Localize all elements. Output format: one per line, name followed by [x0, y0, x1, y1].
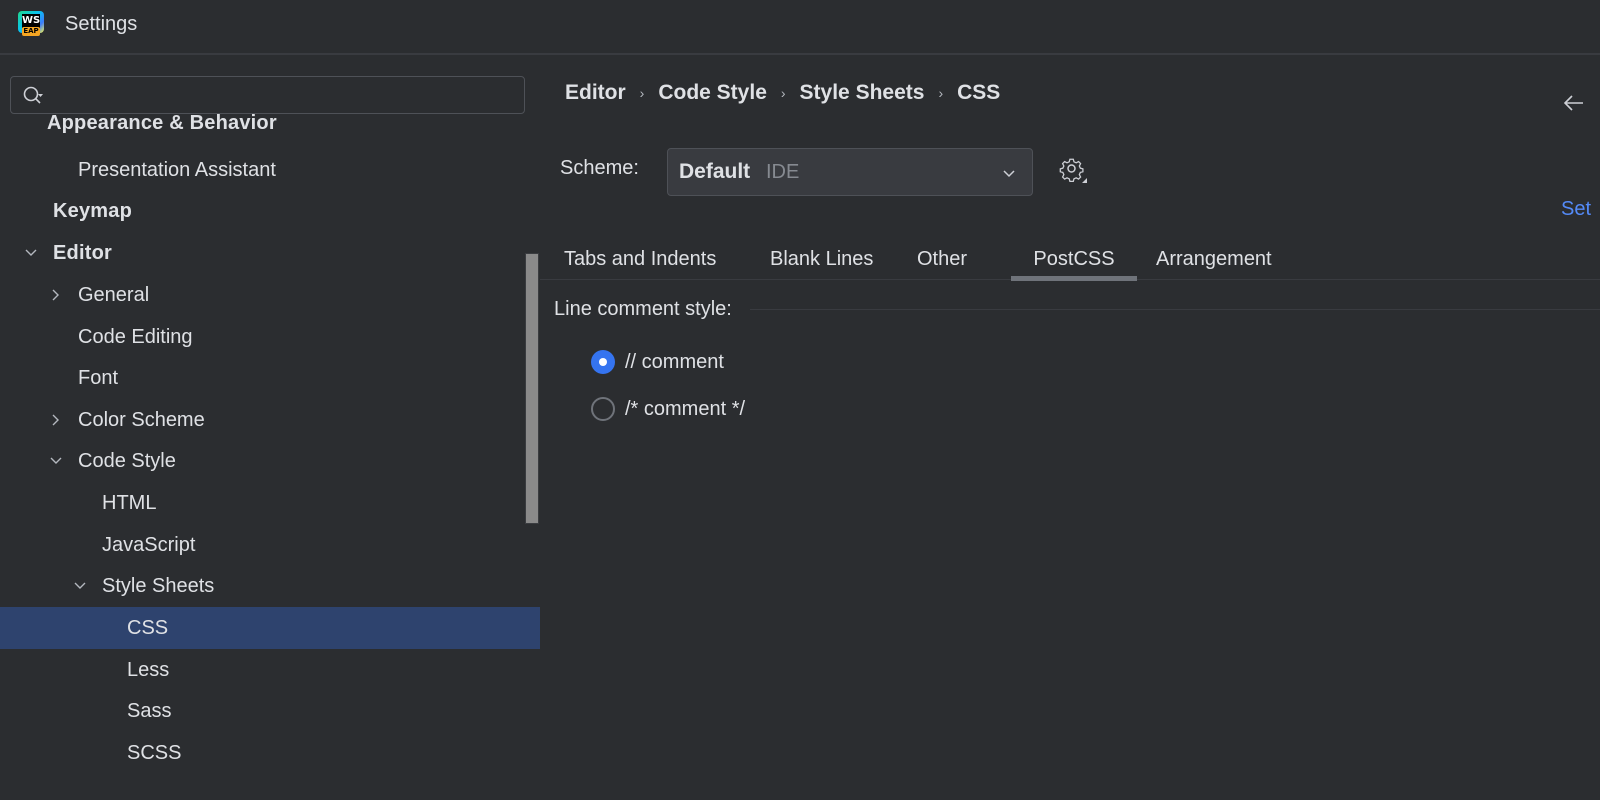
sidebar-item-label: Sass — [127, 700, 172, 722]
set-from-link[interactable]: Set — [1561, 198, 1591, 221]
sidebar-item-less[interactable]: Less — [0, 649, 540, 691]
scheme-dropdown[interactable]: Default IDE — [667, 148, 1033, 196]
window-title: Settings — [65, 13, 138, 35]
sidebar-item-color-scheme[interactable]: Color Scheme — [0, 399, 540, 441]
sidebar-item-scss[interactable]: SCSS — [0, 732, 540, 774]
sidebar-item-appearance-behavior[interactable]: Appearance & Behavior — [0, 102, 540, 144]
sidebar-item-label: Keymap — [53, 200, 133, 222]
sidebar-item-font[interactable]: Font — [0, 357, 540, 399]
radio-unchecked-icon[interactable] — [591, 397, 615, 421]
radio-double-slash-comment[interactable]: // comment — [591, 348, 724, 376]
chevron-down-icon[interactable] — [73, 579, 87, 593]
tab-other[interactable]: Other — [917, 240, 967, 280]
tab-postcss[interactable]: PostCSS — [1011, 240, 1137, 281]
radio-block-comment[interactable]: /* comment */ — [591, 395, 745, 423]
chevron-down-icon — [1003, 170, 1015, 178]
chevron-down-icon[interactable] — [49, 454, 63, 468]
sidebar-item-keymap[interactable]: Keymap — [0, 190, 540, 232]
sidebar-item-general[interactable]: General — [0, 274, 540, 316]
sidebar-item-label: Less — [127, 659, 170, 681]
sidebar-scrollbar[interactable] — [525, 253, 539, 524]
chevron-right-icon[interactable] — [49, 288, 63, 302]
sidebar-item-presentation-assistant[interactable]: Presentation Assistant — [0, 149, 540, 191]
scheme-label: Scheme: — [560, 157, 639, 179]
sidebar-item-label: JavaScript — [102, 534, 196, 556]
breadcrumb-item-css: CSS — [957, 81, 1001, 104]
sidebar-item-label: Font — [78, 367, 119, 389]
settings-sidebar: Appearance & Behavior Presentation Assist… — [0, 57, 540, 800]
sidebar-item-label: Presentation Assistant — [78, 159, 276, 181]
chevron-right-icon[interactable] — [49, 413, 63, 427]
scheme-value: Default — [679, 160, 751, 183]
gear-icon[interactable] — [1058, 155, 1088, 185]
tab-tabs-and-indents[interactable]: Tabs and Indents — [564, 240, 716, 280]
sidebar-item-label: Code Editing — [78, 326, 193, 348]
breadcrumb-item-editor[interactable]: Editor — [565, 81, 626, 105]
sidebar-item-html[interactable]: HTML — [0, 482, 540, 524]
sidebar-item-label: General — [78, 284, 150, 306]
sidebar-item-javascript[interactable]: JavaScript — [0, 524, 540, 566]
breadcrumb-item-code-style[interactable]: Code Style — [658, 81, 767, 105]
sidebar-item-label: Code Style — [78, 450, 176, 472]
breadcrumb-item-style-sheets[interactable]: Style Sheets — [800, 81, 925, 105]
sidebar-item-sass[interactable]: Sass — [0, 690, 540, 732]
sidebar-item-code-editing[interactable]: Code Editing — [0, 316, 540, 358]
scheme-tag: IDE — [766, 161, 800, 183]
tab-blank-lines[interactable]: Blank Lines — [770, 240, 873, 280]
title-bar: WS EAP Settings — [0, 0, 1600, 55]
code-style-tabs: Tabs and Indents Blank Lines Other PostC… — [540, 240, 1600, 281]
breadcrumb: Editor › Code Style › Style Sheets › CSS — [565, 81, 1000, 105]
line-comment-style-title: Line comment style: — [554, 298, 744, 321]
sidebar-item-label: Color Scheme — [78, 409, 205, 431]
settings-content: Editor › Code Style › Style Sheets › CSS… — [540, 57, 1600, 800]
sidebar-item-css[interactable]: CSS — [0, 607, 540, 649]
sidebar-item-label: SCSS — [127, 742, 182, 764]
chevron-right-icon: › — [780, 85, 786, 101]
active-tab-indicator — [1011, 276, 1137, 281]
sidebar-item-label: CSS — [127, 617, 169, 639]
sidebar-item-style-sheets[interactable]: Style Sheets — [0, 565, 540, 607]
sidebar-item-code-style[interactable]: Code Style — [0, 440, 540, 482]
arrow-left-icon[interactable] — [1562, 93, 1586, 113]
sidebar-item-label: HTML — [102, 492, 157, 514]
sidebar-item-label: Style Sheets — [102, 575, 215, 597]
webstorm-logo-icon: WS EAP — [18, 11, 44, 37]
sidebar-item-label: Editor — [53, 242, 112, 264]
chevron-right-icon: › — [639, 85, 645, 101]
chevron-down-icon[interactable] — [24, 246, 38, 260]
chevron-right-icon: › — [938, 85, 944, 101]
group-separator — [750, 309, 1600, 310]
sidebar-item-editor[interactable]: Editor — [0, 232, 540, 274]
sidebar-item-label: Appearance & Behavior — [47, 112, 277, 134]
tab-arrangement[interactable]: Arrangement — [1156, 240, 1272, 280]
radio-checked-icon[interactable] — [591, 350, 615, 374]
